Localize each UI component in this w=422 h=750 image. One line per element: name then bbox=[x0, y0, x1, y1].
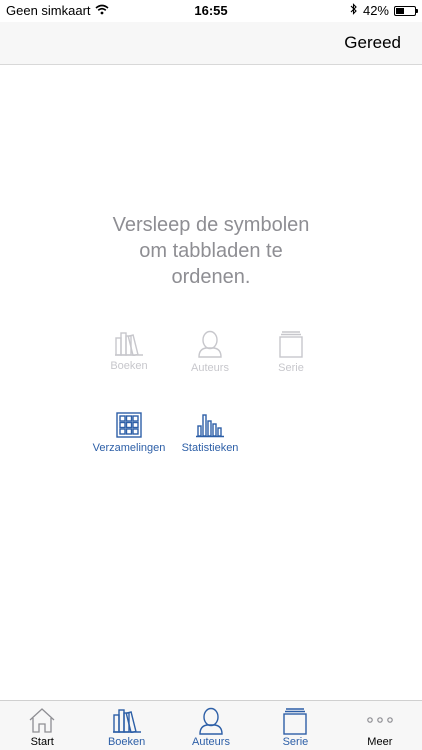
status-right: 42% bbox=[350, 3, 418, 18]
bluetooth-icon bbox=[350, 3, 358, 18]
tab-label: Serie bbox=[282, 736, 309, 748]
tab-serie[interactable]: Serie bbox=[253, 701, 337, 750]
dimmed-item-boeken: Boeken bbox=[84, 330, 174, 372]
battery-icon bbox=[394, 5, 418, 16]
dimmed-item-label: Auteurs bbox=[191, 362, 229, 374]
tab-label: Boeken bbox=[107, 736, 146, 748]
status-bar: Geen simkaart 16:55 42% bbox=[0, 0, 422, 22]
stack-icon bbox=[283, 708, 308, 735]
tab-auteurs[interactable]: Auteurs bbox=[169, 701, 253, 750]
dimmed-item-auteurs: Auteurs bbox=[165, 330, 255, 374]
stack-icon bbox=[279, 331, 303, 358]
draggable-item-statistieken[interactable]: Statistieken bbox=[165, 412, 255, 454]
tab-label: Auteurs bbox=[192, 736, 230, 748]
done-button[interactable]: Gereed bbox=[344, 33, 401, 53]
tab-label: Start bbox=[30, 736, 54, 748]
dimmed-item-label: Boeken bbox=[110, 360, 148, 372]
books-icon bbox=[115, 332, 143, 356]
bar-chart-icon bbox=[196, 414, 224, 438]
more-icon bbox=[367, 717, 393, 723]
draggable-item-label: Verzamelingen bbox=[92, 442, 166, 454]
house-icon bbox=[29, 708, 55, 733]
instruction-text: Versleep de symbolen om tabbladen te ord… bbox=[60, 212, 362, 290]
tab-meer[interactable]: Meer bbox=[338, 701, 422, 750]
instruction-line-2: om tabbladen te bbox=[139, 240, 283, 262]
tab-label: Meer bbox=[367, 736, 393, 748]
dimmed-item-label: Serie bbox=[278, 362, 304, 374]
grid-icon bbox=[116, 412, 142, 438]
battery-level bbox=[396, 7, 404, 14]
instruction-line-3: ordenen. bbox=[171, 266, 251, 288]
dimmed-item-serie: Serie bbox=[246, 330, 336, 374]
tab-bar: Start Boeken Auteurs Serie Meer bbox=[0, 700, 422, 750]
books-icon bbox=[112, 709, 141, 733]
person-icon bbox=[199, 707, 223, 735]
instruction-line-1: Versleep de symbolen bbox=[112, 214, 310, 236]
draggable-item-verzamelingen[interactable]: Verzamelingen bbox=[84, 412, 174, 454]
navigation-bar: Gereed bbox=[0, 22, 422, 65]
draggable-item-label: Statistieken bbox=[181, 442, 239, 454]
person-icon bbox=[198, 330, 222, 358]
battery-percent: 42% bbox=[362, 3, 389, 18]
tab-start[interactable]: Start bbox=[0, 701, 84, 750]
tab-boeken[interactable]: Boeken bbox=[84, 701, 168, 750]
